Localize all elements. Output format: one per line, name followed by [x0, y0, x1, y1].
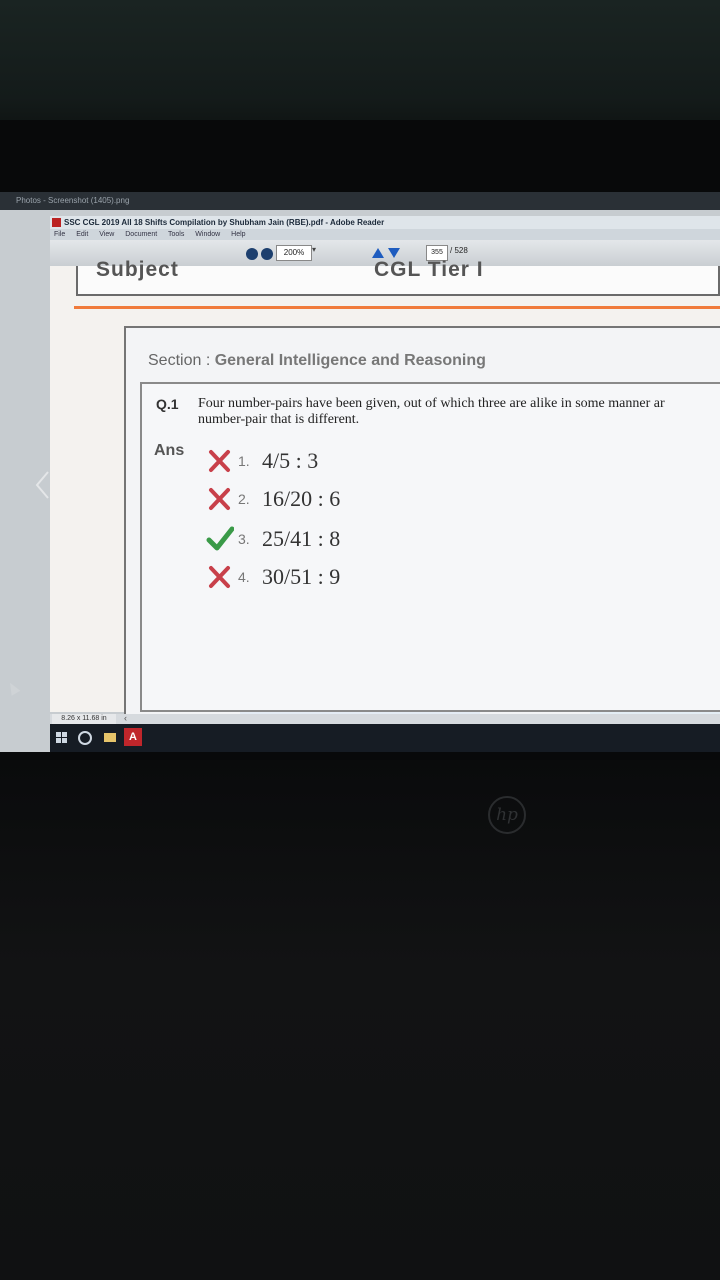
- laptop-lower-body: [0, 760, 720, 1280]
- menu-edit[interactable]: Edit: [76, 231, 88, 238]
- menu-tools[interactable]: Tools: [168, 231, 184, 238]
- check-icon: [206, 526, 234, 551]
- menu-view[interactable]: View: [99, 231, 114, 238]
- taskbar: A: [50, 724, 720, 752]
- window-title-text: SSC CGL 2019 All 18 Shifts Compilation b…: [64, 218, 385, 227]
- option-3: 3. 25/41 : 8: [206, 524, 340, 554]
- page-size-readout: 8.26 x 11.68 in: [52, 714, 116, 724]
- background-wall: [0, 0, 720, 140]
- header-exam: CGL Tier I: [374, 258, 484, 281]
- page-total: / 528: [450, 246, 468, 255]
- cross-icon: [209, 450, 230, 472]
- question-number: Q.1: [156, 396, 179, 412]
- adobe-reader-icon[interactable]: A: [124, 728, 142, 746]
- zoom-dropdown-icon[interactable]: ▾: [312, 245, 316, 254]
- option-value: 4/5 : 3: [262, 448, 319, 473]
- menu-bar: File Edit View Document Tools Window Hel…: [50, 229, 720, 240]
- option-value: 30/51 : 9: [262, 564, 341, 589]
- zoom-input[interactable]: 200%: [276, 245, 312, 261]
- option-4: 4. 30/51 : 9: [206, 562, 340, 592]
- menu-document[interactable]: Document: [125, 231, 157, 238]
- previous-arrow-icon[interactable]: [372, 248, 384, 258]
- section-name: General Intelligence and Reasoning: [214, 352, 486, 369]
- menu-help[interactable]: Help: [231, 231, 245, 238]
- reader-window-title[interactable]: SSC CGL 2019 All 18 Shifts Compilation b…: [50, 216, 720, 229]
- next-arrow-icon[interactable]: [388, 248, 400, 258]
- horizontal-scrollbar[interactable]: [50, 714, 720, 724]
- scroll-left-icon[interactable]: ‹: [124, 713, 127, 723]
- option-1: 1. 4/5 : 3: [206, 446, 318, 476]
- cortana-icon[interactable]: [78, 731, 92, 745]
- section-title: Section : General Intelligence and Reaso…: [148, 352, 486, 369]
- cross-icon: [209, 488, 230, 510]
- pdf-icon: [52, 218, 61, 227]
- windows-start-icon[interactable]: [56, 732, 67, 743]
- file-explorer-icon[interactable]: [104, 733, 116, 742]
- menu-file[interactable]: File: [54, 231, 65, 238]
- header-subject: Subject: [96, 258, 179, 281]
- hp-logo: hp: [488, 796, 526, 834]
- zoom-in-icon[interactable]: [261, 248, 273, 260]
- orange-divider: [74, 306, 720, 309]
- doc-header: Subject CGL Tier I: [76, 258, 720, 296]
- option-value: 25/41 : 8: [262, 526, 341, 551]
- screen: Photos - Screenshot (1405).png SSC CGL 2…: [0, 192, 720, 752]
- menu-window[interactable]: Window: [195, 231, 220, 238]
- photos-app-title: Photos - Screenshot (1405).png: [0, 192, 720, 210]
- option-2: 2. 16/20 : 6: [206, 484, 340, 514]
- cross-icon: [209, 566, 230, 588]
- zoom-out-icon[interactable]: [246, 248, 258, 260]
- answer-label: Ans: [154, 442, 185, 459]
- photos-previous-icon[interactable]: [34, 470, 52, 500]
- question-text: Four number-pairs have been given, out o…: [198, 396, 665, 427]
- option-value: 16/20 : 6: [262, 486, 341, 511]
